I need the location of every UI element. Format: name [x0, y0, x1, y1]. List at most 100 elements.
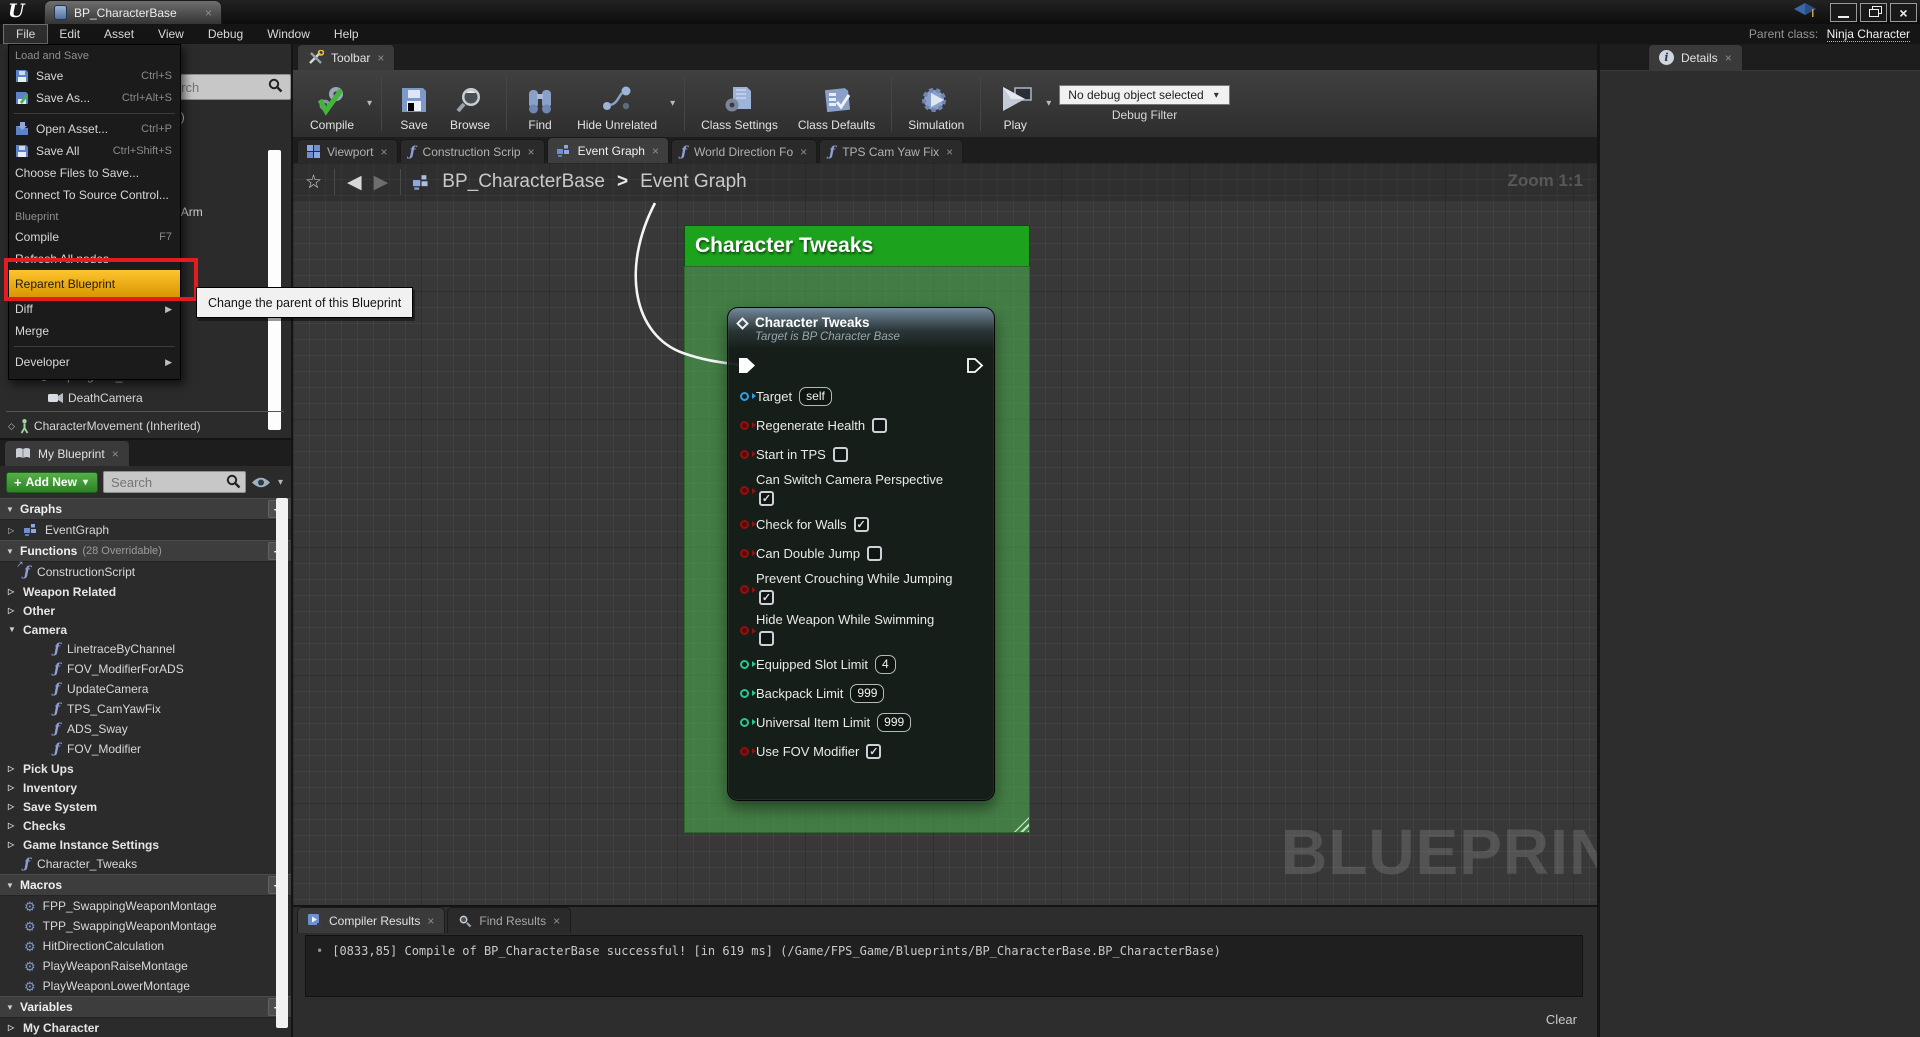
log-line[interactable]: • [0833,85] Compile of BP_CharacterBase …: [306, 936, 1582, 966]
checkbox-unchecked[interactable]: [833, 447, 848, 462]
tree-item-character-tweaks[interactable]: ƒCharacter_Tweaks: [0, 854, 291, 874]
tree-item-eventgraph[interactable]: ▷ EventGraph: [0, 520, 291, 540]
tree-item-macro[interactable]: ⚙PlayWeaponRaiseMontage: [0, 956, 291, 976]
pin-value[interactable]: 999: [877, 713, 911, 732]
category-inventory[interactable]: ▷Inventory: [0, 778, 291, 797]
tree-item-macro[interactable]: ⚙HitDirectionCalculation: [0, 936, 291, 956]
menu-asset[interactable]: Asset: [92, 25, 146, 43]
tab-world-direction[interactable]: ƒ World Direction Fo ×: [671, 139, 817, 163]
chevron-down-icon[interactable]: ▾: [278, 477, 283, 488]
object-pin-icon[interactable]: [740, 392, 749, 401]
menu-file[interactable]: File: [4, 25, 47, 43]
tree-item-function[interactable]: ƒTPS_CamYawFix: [0, 699, 291, 719]
tab-tps-cam-yaw-fix[interactable]: ƒ TPS Cam Yaw Fix ×: [819, 139, 963, 163]
class-settings-button[interactable]: Class Settings: [692, 72, 787, 135]
checkbox-unchecked[interactable]: [759, 631, 774, 646]
menu-item-open-asset[interactable]: Open Asset... Ctrl+P: [9, 118, 180, 140]
int-pin-icon[interactable]: [740, 660, 749, 669]
section-variables[interactable]: ▼ Variables +: [0, 996, 291, 1018]
component-row-charactermovement[interactable]: ◇ CharacterMovement (Inherited): [8, 416, 201, 436]
exec-output-pin[interactable]: [966, 357, 984, 374]
class-defaults-button[interactable]: Class Defaults: [789, 72, 884, 135]
int-pin-icon[interactable]: [740, 718, 749, 727]
tree-item-function[interactable]: ƒUpdateCamera: [0, 679, 291, 699]
tree-item-function[interactable]: ƒADS_Sway: [0, 719, 291, 739]
simulation-button[interactable]: Simulation: [899, 72, 973, 135]
play-button[interactable]: Play: [988, 72, 1042, 135]
tab-close-icon[interactable]: ×: [112, 447, 119, 461]
checkbox-unchecked[interactable]: [867, 546, 882, 561]
category-camera[interactable]: ▼Camera: [0, 620, 291, 639]
bool-pin-icon[interactable]: [740, 549, 749, 558]
menu-item-diff[interactable]: Diff ▶: [9, 298, 180, 320]
tab-construction-script[interactable]: ƒ Construction Scrip ×: [400, 139, 545, 163]
back-arrow-icon[interactable]: ◀: [347, 171, 362, 194]
find-button[interactable]: Find: [514, 72, 566, 135]
menu-item-developer[interactable]: Developer ▶: [9, 351, 180, 373]
hide-unrelated-button[interactable]: Hide Unrelated: [568, 72, 666, 135]
bool-pin-icon[interactable]: [740, 486, 749, 495]
section-graphs[interactable]: ▼ Graphs +: [0, 498, 291, 520]
tab-close-icon[interactable]: ×: [800, 145, 807, 159]
checkbox-unchecked[interactable]: [872, 418, 887, 433]
minimize-button[interactable]: [1830, 3, 1857, 22]
tab-close-icon[interactable]: ×: [1725, 51, 1732, 65]
parent-class-link[interactable]: Ninja Character: [1827, 27, 1910, 42]
tab-compiler-results[interactable]: Compiler Results ×: [297, 907, 445, 933]
asset-document-tab[interactable]: BP_CharacterBase ×: [44, 0, 222, 24]
compile-button[interactable]: Compile: [301, 72, 363, 135]
menu-view[interactable]: View: [146, 25, 196, 43]
tab-close-icon[interactable]: ×: [946, 145, 953, 159]
restore-button[interactable]: [1860, 3, 1887, 22]
browse-button[interactable]: Browse: [441, 72, 499, 135]
chevron-down-icon[interactable]: ▾: [670, 98, 675, 109]
debug-object-select[interactable]: No debug object selected ▾: [1059, 85, 1229, 105]
save-button[interactable]: Save: [389, 72, 439, 135]
pin-row-hide-weapon-swimming[interactable]: Hide Weapon While Swimming: [740, 612, 982, 646]
pin-row-target[interactable]: Target self: [740, 385, 982, 407]
checkbox-checked[interactable]: [759, 590, 774, 605]
favorite-star-icon[interactable]: ☆: [305, 171, 322, 194]
tab-viewport[interactable]: Viewport ×: [297, 139, 398, 163]
menu-help[interactable]: Help: [322, 25, 371, 43]
menu-item-merge[interactable]: Merge: [9, 320, 180, 342]
tree-item-function[interactable]: ƒFOV_Modifier: [0, 739, 291, 759]
exec-input-pin[interactable]: [738, 357, 756, 374]
menu-item-save[interactable]: Save Ctrl+S: [9, 65, 180, 87]
tree-item-constructionscript[interactable]: ↗ƒ ConstructionScript: [0, 562, 291, 582]
tab-close-icon[interactable]: ×: [427, 914, 434, 928]
bool-pin-icon[interactable]: [740, 520, 749, 529]
pin-row-universal-item-limit[interactable]: Universal Item Limit 999: [740, 711, 982, 733]
tab-details[interactable]: i Details ×: [1648, 44, 1743, 70]
chevron-down-icon[interactable]: ▾: [367, 98, 372, 109]
category-checks[interactable]: ▷Checks: [0, 816, 291, 835]
asset-tab-close-icon[interactable]: ×: [205, 6, 212, 20]
pin-row-start-in-tps[interactable]: Start in TPS: [740, 443, 982, 465]
int-pin-icon[interactable]: [740, 689, 749, 698]
tab-find-results[interactable]: Find Results ×: [447, 907, 571, 933]
tab-toolbar[interactable]: Toolbar ×: [297, 44, 395, 70]
menu-item-save-as[interactable]: Save As... Ctrl+Alt+S: [9, 87, 180, 109]
expander-closed-icon[interactable]: ▷: [8, 526, 17, 535]
character-tweaks-node[interactable]: Character Tweaks Target is BP Character …: [727, 307, 995, 801]
tutorial-cap-icon[interactable]: [1793, 2, 1817, 23]
comment-header[interactable]: Character Tweaks: [684, 225, 1030, 266]
tree-item-macro[interactable]: ⚙TPP_SwappingWeaponMontage: [0, 916, 291, 936]
bool-pin-icon[interactable]: [740, 747, 749, 756]
forward-arrow-icon[interactable]: ▶: [374, 171, 389, 194]
pin-row-check-for-walls[interactable]: Check for Walls: [740, 513, 982, 535]
tab-event-graph[interactable]: Event Graph ×: [547, 137, 669, 163]
category-game-instance-settings[interactable]: ▷Game Instance Settings: [0, 835, 291, 854]
category-pick-ups[interactable]: ▷Pick Ups: [0, 759, 291, 778]
pin-row-can-switch-camera[interactable]: Can Switch Camera Perspective: [740, 472, 982, 506]
pin-row-backpack-limit[interactable]: Backpack Limit 999: [740, 682, 982, 704]
component-row-deathcamera[interactable]: DeathCamera: [48, 388, 143, 408]
tab-close-icon[interactable]: ×: [528, 145, 535, 159]
checkbox-checked[interactable]: [854, 517, 869, 532]
menu-window[interactable]: Window: [255, 25, 322, 43]
node-header[interactable]: Character Tweaks Target is BP Character …: [728, 308, 994, 349]
category-weapon-related[interactable]: ▷Weapon Related: [0, 582, 291, 601]
checkbox-checked[interactable]: [866, 744, 881, 759]
tree-item-function[interactable]: ƒFOV_ModifierForADS: [0, 659, 291, 679]
pin-row-regenerate-health[interactable]: Regenerate Health: [740, 414, 982, 436]
